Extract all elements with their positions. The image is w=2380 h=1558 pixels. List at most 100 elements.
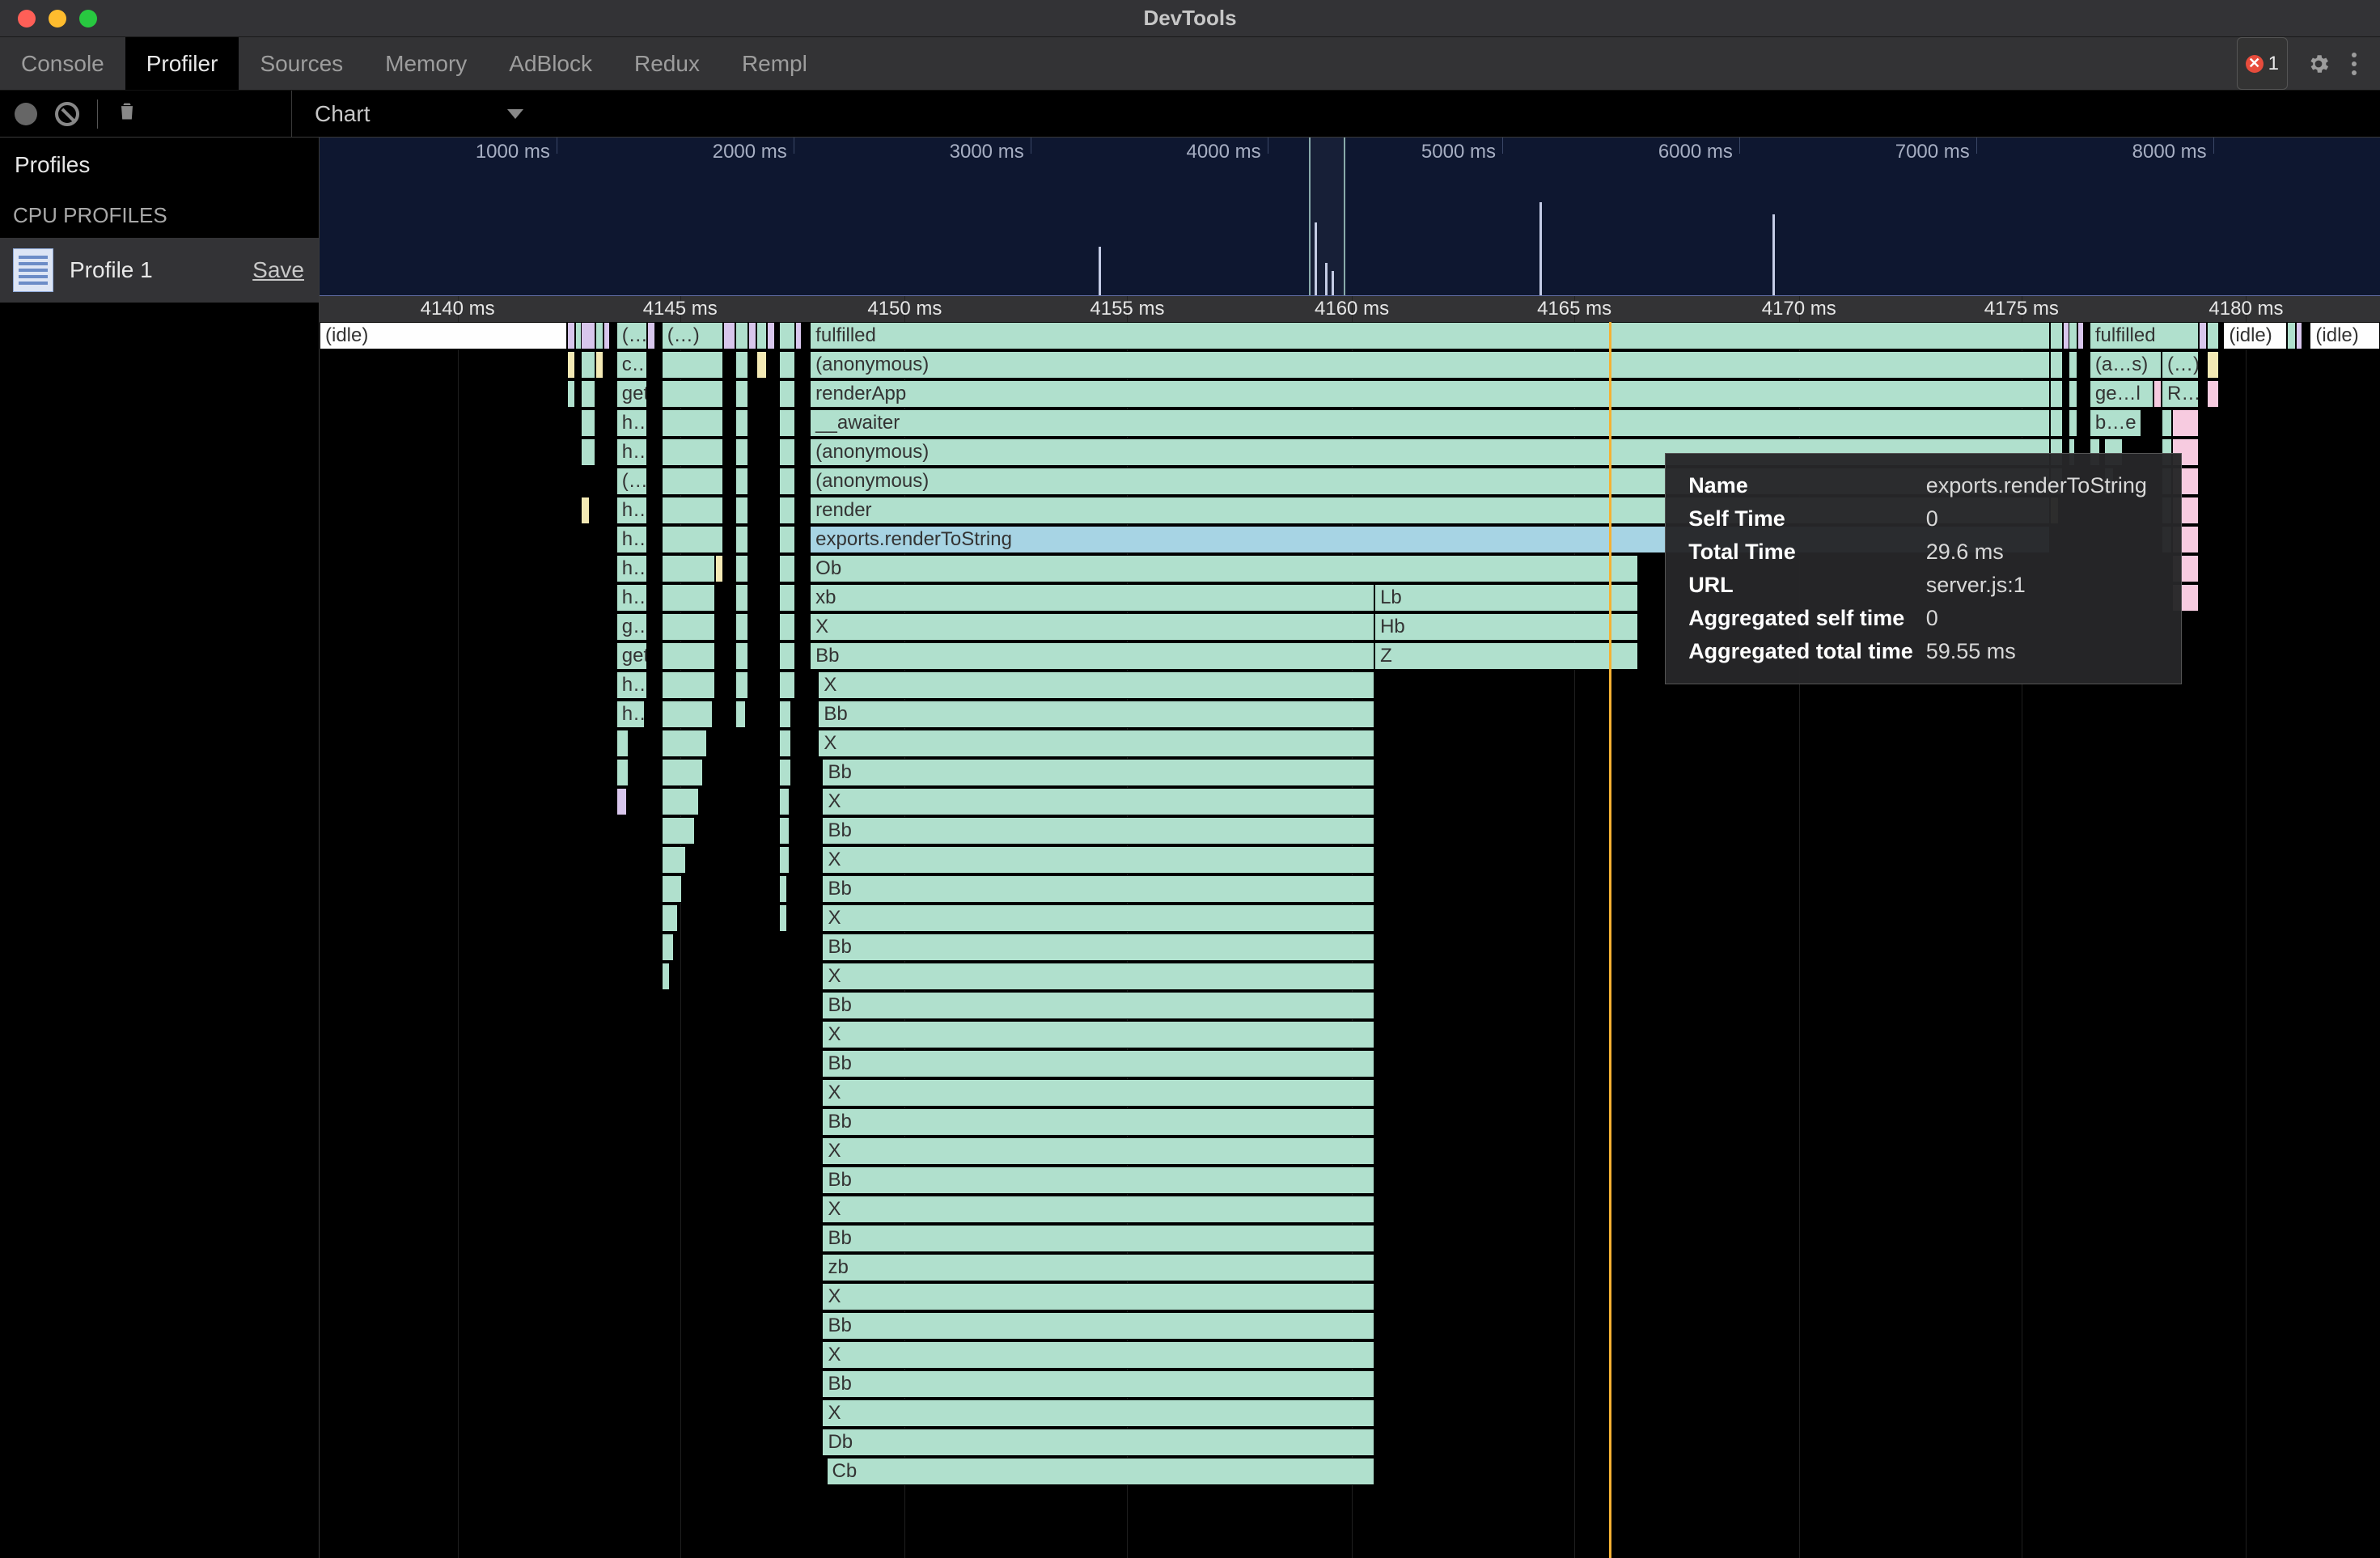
tab-profiler[interactable]: Profiler	[125, 37, 239, 90]
flame-frame[interactable]: Bb	[822, 992, 1374, 1019]
flame-frame[interactable]	[2077, 322, 2084, 349]
flame-frame[interactable]: Bb	[822, 1312, 1374, 1340]
flame-frame[interactable]	[723, 322, 735, 349]
flame-frame[interactable]	[779, 613, 795, 641]
flame-frame[interactable]	[581, 322, 595, 349]
flame-frame[interactable]	[2069, 322, 2077, 349]
flame-frame[interactable]	[735, 380, 747, 408]
flame-frame[interactable]	[603, 322, 610, 349]
flame-frame[interactable]	[779, 788, 790, 815]
flame-frame[interactable]	[662, 380, 723, 408]
flame-frame[interactable]	[662, 438, 723, 466]
flame-frame[interactable]: h…	[616, 526, 647, 553]
flame-frame[interactable]	[662, 497, 723, 524]
flame-frame[interactable]: Bb	[822, 934, 1374, 961]
flame-frame[interactable]	[2069, 351, 2077, 379]
flame-frame[interactable]	[779, 875, 787, 903]
flame-frame[interactable]	[779, 759, 791, 786]
flame-frame[interactable]	[662, 613, 715, 641]
flame-frame[interactable]: Hb	[1374, 613, 1638, 641]
tab-console[interactable]: Console	[0, 37, 125, 90]
flame-frame[interactable]	[715, 555, 723, 582]
flame-frame[interactable]: X	[822, 1079, 1374, 1107]
flame-frame[interactable]: Bb	[822, 759, 1374, 786]
timeline-ruler[interactable]: 4140 ms4145 ms4150 ms4155 ms4160 ms4165 …	[320, 296, 2380, 322]
flame-frame[interactable]	[779, 701, 791, 728]
flame-frame[interactable]: (…	[616, 468, 647, 495]
flame-frame[interactable]	[779, 468, 795, 495]
flame-frame[interactable]	[662, 875, 682, 903]
close-window-button[interactable]	[18, 10, 36, 28]
flame-frame[interactable]	[647, 322, 655, 349]
flame-frame[interactable]: Bb	[822, 1370, 1374, 1398]
settings-icon[interactable]	[2301, 37, 2336, 90]
flame-frame[interactable]: (anonymous)	[810, 351, 2050, 379]
flame-frame[interactable]	[779, 438, 795, 466]
flame-frame[interactable]: X	[822, 1283, 1374, 1310]
flame-frame[interactable]	[662, 817, 695, 845]
flame-frame[interactable]: X	[822, 1196, 1374, 1223]
flame-frame[interactable]	[756, 351, 767, 379]
error-badge[interactable]: ✕ 1	[2237, 37, 2288, 90]
flame-frame[interactable]: X	[822, 904, 1374, 932]
flame-frame[interactable]: h…	[616, 409, 647, 437]
flame-frame[interactable]	[662, 555, 715, 582]
clear-icon[interactable]	[55, 102, 79, 126]
flame-frame[interactable]: Bb	[818, 701, 1374, 728]
flame-frame[interactable]: b…e	[2090, 409, 2141, 437]
flame-frame[interactable]: zb	[822, 1254, 1374, 1281]
flame-frame[interactable]	[795, 322, 802, 349]
flame-frame[interactable]	[567, 380, 575, 408]
flame-frame[interactable]	[779, 642, 795, 670]
flame-frame[interactable]: Bb	[822, 875, 1374, 903]
flame-frame[interactable]	[595, 322, 603, 349]
flame-frame[interactable]	[2050, 380, 2062, 408]
flame-frame[interactable]: X	[818, 730, 1374, 757]
flame-frame[interactable]: Bb	[822, 1050, 1374, 1077]
flame-frame[interactable]	[2207, 322, 2219, 349]
flame-frame[interactable]: renderApp	[810, 380, 2050, 408]
tab-redux[interactable]: Redux	[613, 37, 721, 90]
flame-frame[interactable]	[2207, 351, 2219, 379]
flame-frame[interactable]: X	[822, 846, 1374, 874]
flame-frame[interactable]	[662, 701, 714, 728]
flame-frame[interactable]	[779, 380, 795, 408]
flame-frame[interactable]: h…	[616, 584, 647, 612]
flame-frame[interactable]: Lb	[1374, 584, 1638, 612]
flame-frame[interactable]	[662, 526, 723, 553]
flame-frame[interactable]	[581, 409, 595, 437]
flame-frame[interactable]	[779, 497, 795, 524]
flame-frame[interactable]: ge…l	[2090, 380, 2153, 408]
flame-frame[interactable]: X	[818, 671, 1374, 699]
flame-frame[interactable]	[735, 322, 747, 349]
flame-frame[interactable]: Bb	[822, 1108, 1374, 1136]
flame-frame[interactable]	[779, 526, 795, 553]
flame-frame[interactable]	[662, 468, 723, 495]
flame-frame[interactable]: (idle)	[2223, 322, 2287, 349]
flame-frame[interactable]	[662, 934, 674, 961]
flame-frame[interactable]: xb	[810, 584, 1374, 612]
flame-frame[interactable]	[567, 322, 575, 349]
flame-frame[interactable]	[662, 584, 715, 612]
tab-rempl[interactable]: Rempl	[721, 37, 828, 90]
flame-frame[interactable]: (idle)	[320, 322, 567, 349]
flame-frame[interactable]	[2172, 409, 2199, 437]
flame-frame[interactable]	[779, 904, 787, 932]
flame-frame[interactable]: Cb	[827, 1458, 1375, 1485]
flame-frame[interactable]: X	[822, 1021, 1374, 1048]
flame-frame[interactable]	[2069, 380, 2077, 408]
flame-frame[interactable]	[779, 817, 790, 845]
flame-frame[interactable]	[735, 497, 747, 524]
flame-frame[interactable]: X	[822, 1137, 1374, 1165]
tab-sources[interactable]: Sources	[239, 37, 364, 90]
flame-frame[interactable]: h…	[616, 497, 647, 524]
flame-frame[interactable]	[595, 351, 603, 379]
flame-frame[interactable]	[581, 351, 595, 379]
flame-frame[interactable]: R…	[2162, 380, 2199, 408]
flame-frame[interactable]: Bb	[822, 1225, 1374, 1252]
flame-frame[interactable]	[662, 642, 715, 670]
flame-frame[interactable]	[662, 759, 703, 786]
flame-frame[interactable]: (idle)	[2310, 322, 2380, 349]
flame-frame[interactable]	[662, 351, 723, 379]
flame-frame[interactable]	[735, 555, 747, 582]
